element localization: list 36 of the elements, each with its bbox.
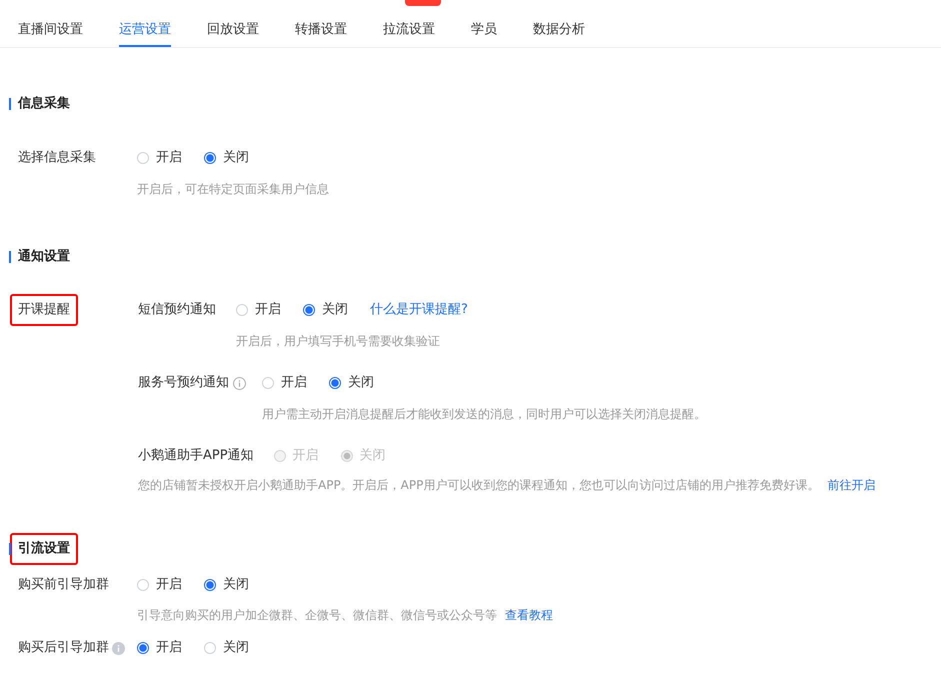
radio-option[interactable]: 开启 <box>236 301 281 319</box>
hint-text: 您的店铺暂未授权开启小鹅通助手APP。开启后，APP用户可以收到您的课程通知，您也可以向访问过店铺的用户推荐免费好课。 <box>138 478 820 492</box>
section-title: 引流设置 <box>18 540 70 558</box>
section-title: 信息采集 <box>18 95 70 113</box>
tab[interactable]: 拉流设置 <box>383 8 435 47</box>
radio-option[interactable]: 关闭 <box>204 639 249 657</box>
radio-option[interactable]: 关闭 <box>329 374 374 392</box>
radio-option[interactable]: 开启 <box>137 639 182 657</box>
radio-option[interactable]: 关闭 <box>204 576 249 594</box>
section-title: 通知设置 <box>18 248 70 266</box>
radio-option[interactable]: 开启 <box>137 149 182 167</box>
help-link[interactable]: 什么是开课提醒? <box>370 301 468 319</box>
tab[interactable]: 回放设置 <box>207 8 259 47</box>
field-label: 服务号预约通知 <box>138 374 229 392</box>
tab[interactable]: 数据分析 <box>533 8 585 47</box>
field-label: 短信预约通知 <box>138 301 216 319</box>
tab[interactable]: 学员 <box>471 8 497 47</box>
radio-option[interactable]: 开启 <box>137 576 182 594</box>
hint-text: 引导意向购买的用户加企微群、企微号、微信群、微信号或公众号等 <box>137 608 497 622</box>
tab[interactable]: 直播间设置 <box>18 8 83 47</box>
field-label: 购买后引导加群 <box>18 639 109 657</box>
radio-option[interactable]: 开启 <box>262 374 307 392</box>
radio-option: 开启 <box>274 447 319 465</box>
tutorial-link[interactable]: 查看教程 <box>505 608 553 622</box>
field-label: 购买前引导加群 <box>18 576 109 594</box>
field-label: 选择信息采集 <box>18 149 96 167</box>
radio-option[interactable]: 关闭 <box>204 149 249 167</box>
group-label: 开课提醒 <box>18 301 70 319</box>
tab[interactable]: 转播设置 <box>295 8 347 47</box>
field-label: 小鹅通助手APP通知 <box>138 447 254 465</box>
radio-option: 关闭 <box>340 447 386 465</box>
hint-text: 用户需主动开启消息提醒后才能收到发送的消息，同时用户可以选择关闭消息提醒。 <box>262 406 706 423</box>
hint-text: 开启后，可在特定页面采集用户信息 <box>137 182 329 196</box>
hint-text: 开启后，用户填写手机号需要收集验证 <box>236 333 441 350</box>
tab[interactable]: 运营设置 <box>119 8 171 47</box>
radio-option[interactable]: 关闭 <box>303 301 348 319</box>
